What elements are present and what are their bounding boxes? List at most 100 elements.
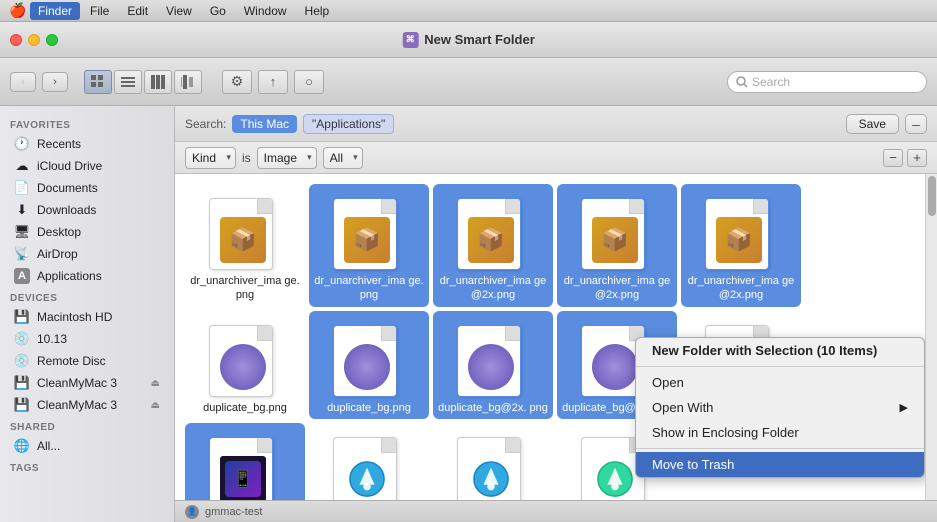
sidebar-item-all[interactable]: 🌐 All... [4, 435, 170, 457]
file-item[interactable]: icon_drsafety.png [433, 423, 553, 500]
favorites-label: Favorites [0, 114, 174, 133]
applications-icon: A [14, 268, 30, 284]
file-thumbnail: 📱 [205, 429, 285, 500]
action-button[interactable]: ⚙ [222, 70, 252, 94]
sidebar-item-macintosh-hd[interactable]: 💾 Macintosh HD [4, 306, 170, 328]
sidebar-item-remote-disc[interactable]: 💿 Remote Disc [4, 350, 170, 372]
maximize-button[interactable] [46, 34, 58, 46]
icloud-icon: ☁ [14, 158, 30, 174]
file-grid: 📦 dr_unarchiver_ima ge.png 📦 dr_unarchiv… [175, 174, 925, 500]
sidebar-item-label: CleanMyMac 3 [37, 376, 117, 390]
scope-select-wrap[interactable]: All [323, 147, 363, 169]
apple-menu[interactable]: 🍎 [8, 1, 28, 21]
menu-help[interactable]: Help [297, 2, 338, 20]
menu-view[interactable]: View [158, 2, 200, 20]
sidebar-item-label: Downloads [37, 203, 96, 217]
image-select-wrap[interactable]: Image [257, 147, 317, 169]
menu-file[interactable]: File [82, 2, 117, 20]
devices-label: Devices [0, 287, 174, 306]
file-thumbnail [329, 317, 409, 397]
menu-window[interactable]: Window [236, 2, 295, 20]
file-name: dr_unarchiver_ima ge.png [190, 274, 300, 303]
scroll-track[interactable] [925, 174, 937, 500]
file-name: duplicate_bg.png [327, 401, 411, 415]
file-item[interactable]: 📦 dr_unarchiver_ima ge@2x.png [681, 184, 801, 307]
search-box[interactable]: Search [727, 71, 927, 93]
back-button[interactable]: ‹ [10, 72, 36, 92]
submenu-arrow-icon: ▶ [900, 401, 908, 414]
save-button[interactable]: Save [846, 114, 899, 134]
file-item[interactable]: 📦 dr_unarchiver_ima ge.png [309, 184, 429, 307]
ctx-new-folder[interactable]: New Folder with Selection (10 Items) [636, 338, 924, 363]
sidebar-item-documents[interactable]: 📄 Documents [4, 177, 170, 199]
sidebar-item-cleanmymac-1[interactable]: 💾 CleanMyMac 3 ⏏ [4, 372, 170, 394]
search-bar: Search: This Mac "Applications" Save – [175, 106, 937, 142]
file-thumbnail: 📦 [453, 190, 533, 270]
file-item[interactable]: 📦 dr_unarchiver_ima ge.png [185, 184, 305, 307]
sidebar-item-downloads[interactable]: ⬇ Downloads [4, 199, 170, 221]
column-view-button[interactable] [144, 70, 172, 94]
scope-select[interactable]: All [323, 147, 363, 169]
cleanmymac-icon-1: 💾 [14, 375, 30, 391]
png-paper: 📦 [457, 198, 521, 270]
ctx-move-to-trash[interactable]: Move to Trash [636, 452, 924, 477]
sidebar-item-label: Remote Disc [37, 354, 106, 368]
minimize-button[interactable] [28, 34, 40, 46]
remote-disc-icon: 💿 [14, 353, 30, 369]
kind-select[interactable]: Kind [185, 147, 236, 169]
coverflow-view-button[interactable] [174, 70, 202, 94]
png-paper [457, 325, 521, 397]
sidebar-item-airdrop[interactable]: 📡 AirDrop [4, 243, 170, 265]
menu-edit[interactable]: Edit [119, 2, 156, 20]
kind-select-wrap[interactable]: Kind [185, 147, 236, 169]
sidebar-item-cleanmymac-2[interactable]: 💾 CleanMyMac 3 ⏏ [4, 394, 170, 416]
file-item[interactable]: 📦 dr_unarchiver_ima ge@2x.png [433, 184, 553, 307]
file-item[interactable]: duplicate_bg.png [185, 311, 305, 419]
filter-remove-button[interactable]: − [883, 149, 903, 167]
menu-go[interactable]: Go [202, 2, 234, 20]
cleanmymac-icon-2: 💾 [14, 397, 30, 413]
file-thumbnail [453, 429, 533, 500]
file-item[interactable]: icon_drsafety.png [309, 423, 429, 500]
sidebar-item-1013[interactable]: 💿 10.13 [4, 328, 170, 350]
forward-button[interactable]: › [42, 72, 68, 92]
status-user: gmmac-test [205, 506, 262, 518]
minus-button[interactable]: – [905, 114, 927, 134]
file-item[interactable]: duplicate_bg@2x. png [433, 311, 553, 419]
eject-icon-2[interactable]: ⏏ [151, 400, 160, 411]
ctx-open-with[interactable]: Open With ▶ [636, 395, 924, 420]
sidebar-item-label: Recents [37, 137, 81, 151]
search-label: Search: [185, 117, 226, 131]
file-item[interactable]: 📱 homeScreen.png [185, 423, 305, 500]
share-button[interactable]: ↑ [258, 70, 288, 94]
menu-finder[interactable]: Finder [30, 2, 80, 20]
recents-icon: 🕐 [14, 136, 30, 152]
ctx-show-enclosing[interactable]: Show in Enclosing Folder [636, 420, 924, 445]
list-view-button[interactable] [114, 70, 142, 94]
png-paper [333, 325, 397, 397]
sidebar-item-applications[interactable]: A Applications [4, 265, 170, 287]
tags-label: Tags [0, 457, 174, 476]
file-thumbnail: 📦 [577, 190, 657, 270]
image-select[interactable]: Image [257, 147, 317, 169]
icon-view-button[interactable] [84, 70, 112, 94]
png-paper: 📦 [333, 198, 397, 270]
sidebar-item-label: Desktop [37, 225, 81, 239]
file-item[interactable]: 📦 dr_unarchiver_ima ge@2x.png [557, 184, 677, 307]
png-paper [457, 437, 521, 500]
eject-icon-1[interactable]: ⏏ [151, 378, 160, 389]
disk-icon: 💾 [14, 309, 30, 325]
ctx-open[interactable]: Open [636, 370, 924, 395]
sidebar-item-label: Documents [37, 181, 98, 195]
context-menu: New Folder with Selection (10 Items) Ope… [635, 337, 925, 478]
this-mac-tag[interactable]: This Mac [232, 115, 297, 133]
close-button[interactable] [10, 34, 22, 46]
sidebar-item-icloud[interactable]: ☁ iCloud Drive [4, 155, 170, 177]
applications-tag[interactable]: "Applications" [303, 114, 394, 134]
file-item[interactable]: duplicate_bg.png [309, 311, 429, 419]
sidebar-item-recents[interactable]: 🕐 Recents [4, 133, 170, 155]
tag-button[interactable]: ○ [294, 70, 324, 94]
filter-add-button[interactable]: + [907, 149, 927, 167]
sidebar-item-desktop[interactable]: 🖥 Desktop [4, 221, 170, 243]
file-name: dr_unarchiver_ima ge@2x.png [686, 274, 796, 303]
